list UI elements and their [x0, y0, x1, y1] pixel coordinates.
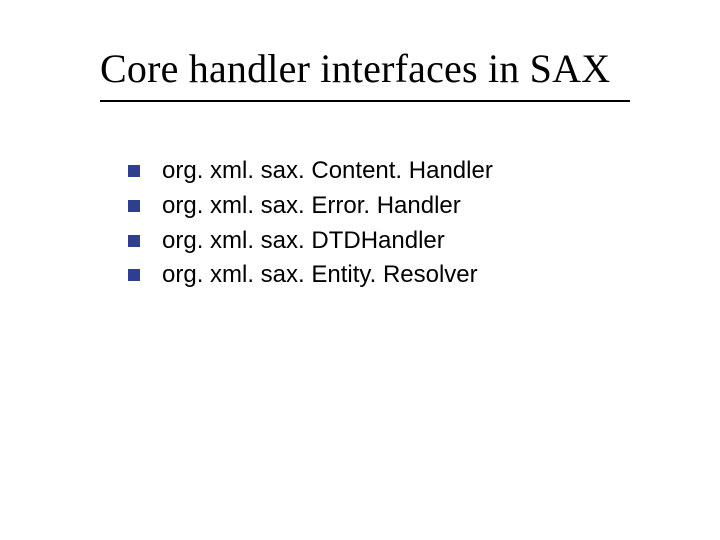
square-bullet-icon — [128, 200, 140, 212]
slide: Core handler interfaces in SAX org. xml.… — [0, 0, 720, 540]
square-bullet-icon — [128, 165, 140, 177]
square-bullet-icon — [128, 235, 140, 247]
square-bullet-icon — [128, 269, 140, 281]
list-item-text: org. xml. sax. DTDHandler — [162, 224, 670, 259]
list-item: org. xml. sax. Content. Handler — [128, 154, 670, 189]
list-item-text: org. xml. sax. Error. Handler — [162, 189, 670, 224]
bullet-list: org. xml. sax. Content. Handler org. xml… — [100, 154, 670, 293]
slide-title: Core handler interfaces in SAX — [100, 46, 670, 92]
list-item: org. xml. sax. Error. Handler — [128, 189, 670, 224]
list-item-text: org. xml. sax. Entity. Resolver — [162, 258, 670, 293]
list-item: org. xml. sax. Entity. Resolver — [128, 258, 670, 293]
title-underline — [100, 100, 630, 102]
list-item: org. xml. sax. DTDHandler — [128, 224, 670, 259]
list-item-text: org. xml. sax. Content. Handler — [162, 154, 670, 189]
